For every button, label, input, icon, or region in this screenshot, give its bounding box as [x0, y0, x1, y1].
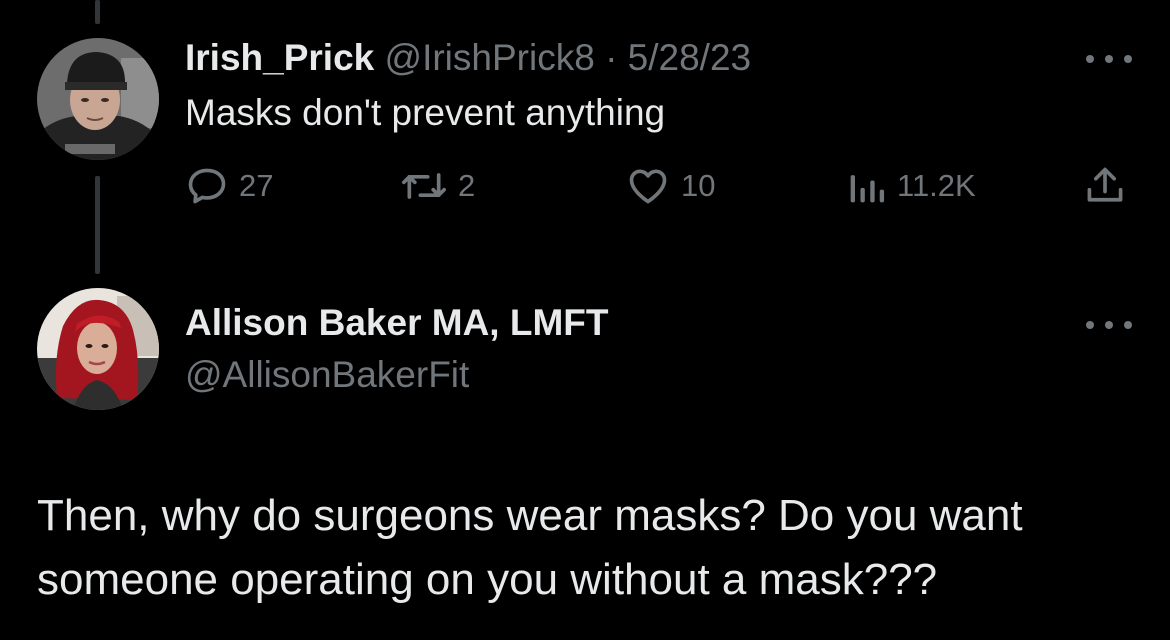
- heart-icon: [629, 169, 667, 204]
- like-button[interactable]: 10: [625, 162, 715, 210]
- retweet-count: 2: [458, 168, 476, 203]
- retweet-icon: [402, 173, 446, 199]
- retweet-button[interactable]: 2: [400, 162, 475, 210]
- views-icon: [850, 175, 885, 203]
- avatar-irish-prick[interactable]: [37, 38, 159, 160]
- user-handle[interactable]: @IrishPrick8: [385, 37, 595, 78]
- reply-icon: [188, 168, 226, 204]
- reply-button[interactable]: 27: [185, 162, 273, 210]
- avatar-allison-baker[interactable]: [37, 288, 159, 410]
- reply-count: 27: [239, 168, 274, 203]
- share-icon: [1087, 167, 1123, 202]
- reply-tweet-text: Then, why do surgeons wear masks? Do you…: [37, 491, 1023, 604]
- reply-user-handle[interactable]: @AllisonBakerFit: [185, 352, 469, 398]
- more-dots-icon[interactable]: [1086, 51, 1132, 67]
- tweet-date[interactable]: 5/28/23: [628, 37, 751, 78]
- display-name[interactable]: Irish_Prick: [185, 37, 374, 78]
- tweet-header: Irish_Prick @IrishPrick8 · 5/28/23: [185, 36, 751, 80]
- profile-photo-icon: [37, 288, 159, 410]
- tweet-text: Masks don't prevent anything: [185, 92, 666, 133]
- thread-line-connector: [95, 176, 100, 274]
- tweet-actions: 27 2 10 11.2K: [185, 162, 1135, 210]
- separator: ·: [605, 37, 618, 78]
- more-dots-icon[interactable]: [1086, 317, 1132, 333]
- views-button[interactable]: 11.2K: [847, 162, 976, 210]
- profile-photo-icon: [37, 38, 159, 160]
- reply-display-name[interactable]: Allison Baker MA, LMFT: [185, 300, 608, 346]
- like-count: 10: [681, 168, 716, 203]
- view-count: 11.2K: [897, 168, 976, 203]
- share-button[interactable]: [1083, 162, 1127, 210]
- thread-line-top: [95, 0, 100, 24]
